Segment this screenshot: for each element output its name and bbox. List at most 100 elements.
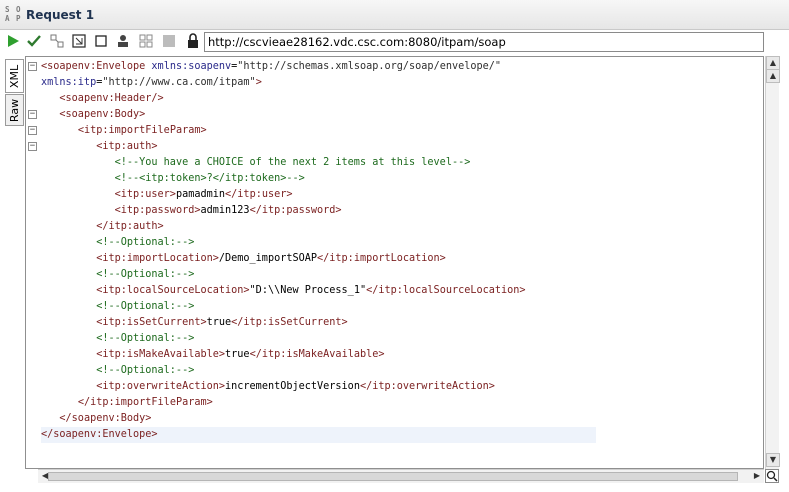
code-token-comment: <!--Optional:--> <box>96 333 195 344</box>
code-line: <!--<itp:token>?</itp:token>--> <box>41 171 596 187</box>
request-titlebar: S OA P Request 1 <box>0 0 789 30</box>
fold-toggle-icon[interactable]: − <box>28 110 37 119</box>
fold-toggle-icon[interactable]: − <box>28 142 37 151</box>
code-token-tag: </itp:isSetCurrent> <box>231 317 348 328</box>
scroll-right-icon[interactable]: ▶ <box>750 470 764 484</box>
code-token-tag: </soapenv:Envelope> <box>41 429 158 440</box>
code-token-tag: </itp:password> <box>249 205 342 216</box>
code-line: <itp:importLocation>/Demo_importSOAP</it… <box>41 251 596 267</box>
code-token-comment: <!--Optional:--> <box>96 237 195 248</box>
code-line: <itp:password>admin123</itp:password> <box>41 203 596 219</box>
validate-icon[interactable] <box>26 33 42 49</box>
code-token-tag: </itp:isMakeAvailable> <box>249 349 385 360</box>
code-line: </soapenv:Body> <box>41 411 596 427</box>
soap-icon-line-2: A P <box>5 14 22 23</box>
code-line: <itp:user>pamadmin</itp:user> <box>41 187 596 203</box>
format-icon[interactable] <box>49 33 65 49</box>
fold-toggle-icon[interactable]: − <box>28 126 37 135</box>
code-line: <itp:auth> <box>41 139 596 155</box>
code-token-str: "http://www.ca.com/itpam" <box>102 77 256 88</box>
fold-gutter: − − − − <box>26 57 38 468</box>
code-line: <itp:isMakeAvailable>true</itp:isMakeAva… <box>41 347 596 363</box>
code-token-comment: <!--You have a CHOICE of the next 2 item… <box>114 157 471 168</box>
code-token-comment: <!--Optional:--> <box>96 269 195 280</box>
code-token-str: "http://schemas.xmlsoap.org/soap/envelop… <box>237 61 502 72</box>
request-toolbar: http://cscvieae28162.vdc.csc.com:8080/it… <box>0 31 789 53</box>
code-token-text: "D:\\New Process_1" <box>249 285 367 296</box>
request-title: Request 1 <box>26 8 95 22</box>
code-line: <!--Optional:--> <box>41 299 596 315</box>
code-token-tag: <itp:auth> <box>96 141 158 152</box>
xml-editor[interactable]: − − − − <soapenv:Envelope xmlns:soapenv="ht… <box>25 56 764 469</box>
horizontal-scroll-thumb[interactable] <box>48 472 738 481</box>
scroll-page-up-icon[interactable]: ▲ <box>766 69 780 83</box>
code-token-text: pamadmin <box>175 189 226 200</box>
code-token-tag: </soapenv:Body> <box>59 413 152 424</box>
scroll-down-icon[interactable]: ▼ <box>766 453 780 467</box>
code-token-tag: <itp:user> <box>114 189 176 200</box>
code-line: <itp:importFileParam> <box>41 123 596 139</box>
fold-toggle-icon[interactable]: − <box>28 62 37 71</box>
code-line: xmlns:itp="http://www.ca.com/itpam"> <box>41 75 596 91</box>
endpoint-url-field[interactable]: http://cscvieae28162.vdc.csc.com:8080/it… <box>204 32 764 52</box>
code-token-attr: xmlns:soapenv <box>151 61 232 72</box>
code-line: <!--Optional:--> <box>41 331 596 347</box>
code-token-comment: <!--<itp:token>?</itp:token>--> <box>114 173 305 184</box>
code-line: </itp:auth> <box>41 219 596 235</box>
code-token-comment: <!--Optional:--> <box>96 301 195 312</box>
code-token-text: /Demo_importSOAP <box>218 253 318 264</box>
code-token-tag: </itp:overwriteAction> <box>359 381 495 392</box>
stop-icon[interactable] <box>161 33 177 49</box>
code-token-tag: > <box>255 77 262 88</box>
settings-icon[interactable] <box>138 33 154 49</box>
user-icon[interactable] <box>115 33 131 49</box>
code-token-tag: </itp:auth> <box>96 221 164 232</box>
code-token-tag: <itp:importLocation> <box>96 253 219 264</box>
code-token-comment: <!--Optional:--> <box>96 365 195 376</box>
horizontal-scrollbar[interactable]: ◀ ▶ <box>38 469 764 483</box>
code-token-text: true <box>225 349 250 360</box>
code-line: <!--Optional:--> <box>41 363 596 379</box>
tab-raw[interactable]: Raw <box>5 94 24 126</box>
code-line: <!--Optional:--> <box>41 267 596 283</box>
code-line: <itp:overwriteAction>incrementObjectVers… <box>41 379 596 395</box>
xml-code[interactable]: <soapenv:Envelope xmlns:soapenv="http://… <box>41 59 596 443</box>
code-line: </soapenv:Envelope> <box>41 427 596 443</box>
code-token-tag: </itp:localSourceLocation> <box>366 285 526 296</box>
code-line: <soapenv:Header/> <box>41 91 596 107</box>
view-tabs: XML Raw <box>3 58 25 478</box>
code-line: <!--Optional:--> <box>41 235 596 251</box>
scroll-up-icon[interactable]: ▲ <box>766 56 780 70</box>
vertical-scrollbar[interactable]: ▲ ▲ ▼ <box>765 56 780 482</box>
scroll-left-icon[interactable]: ◀ <box>38 470 52 484</box>
expand-icon[interactable] <box>71 33 87 49</box>
lock-icon[interactable] <box>185 33 201 49</box>
tab-xml-label: XML <box>8 64 21 88</box>
code-token-tag: <soapenv:Header/> <box>59 93 164 104</box>
zoom-icon[interactable] <box>765 469 779 483</box>
code-token-tag: <itp:localSourceLocation> <box>96 285 250 296</box>
code-token-tag: <itp:overwriteAction> <box>96 381 226 392</box>
tab-xml[interactable]: XML <box>5 59 24 93</box>
run-icon[interactable] <box>5 33 21 49</box>
code-line: <itp:isSetCurrent>true</itp:isSetCurrent… <box>41 315 596 331</box>
checkbox-icon[interactable] <box>93 33 109 49</box>
